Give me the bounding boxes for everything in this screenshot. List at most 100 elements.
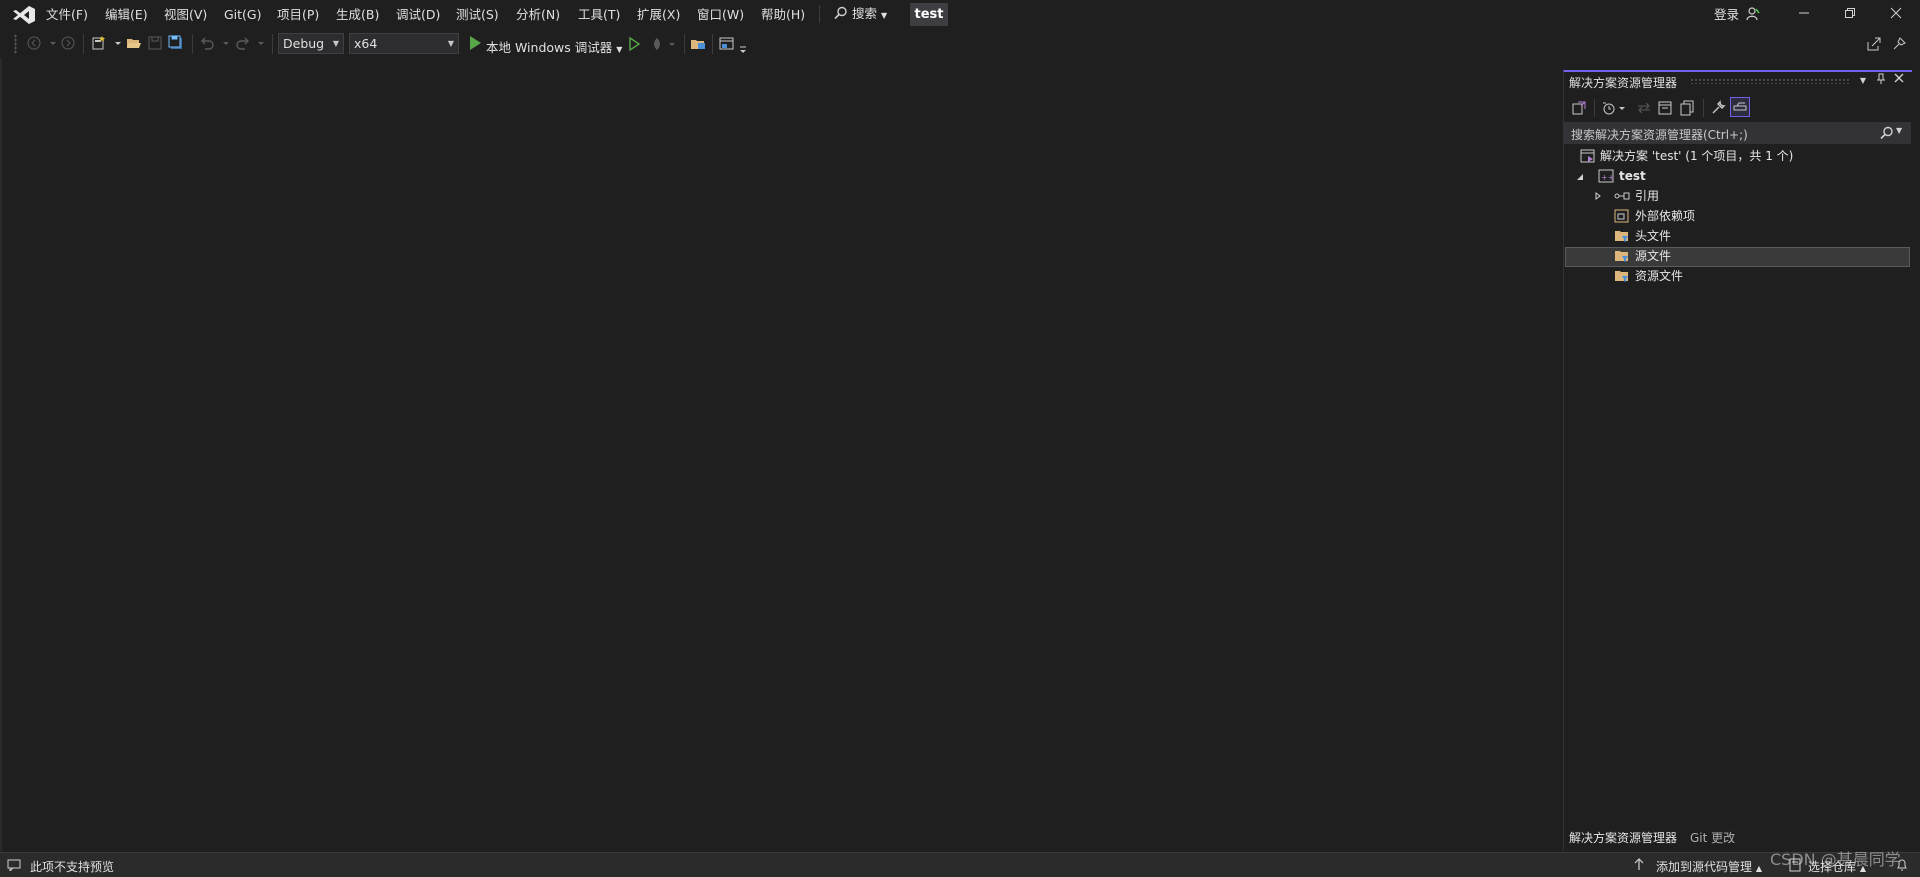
chevron-down-icon: ▼ <box>1859 76 1867 85</box>
menu-file[interactable]: 文件(F) <box>46 7 88 23</box>
browse-folder-icon[interactable] <box>690 36 706 52</box>
save-all-icon[interactable] <box>168 35 184 51</box>
save-icon[interactable] <box>147 35 163 51</box>
configuration-dropdown[interactable]: Debug ▼ <box>278 33 344 54</box>
preview-selected-items-button[interactable] <box>1730 97 1750 117</box>
menu-window[interactable]: 窗口(W) <box>697 7 744 23</box>
dropdown-arrow-icon[interactable] <box>1617 100 1627 116</box>
standard-toolbar: Debug ▼ x64 ▼ <box>0 29 1920 59</box>
auto-hide-button[interactable] <box>1874 73 1888 87</box>
configuration-value: Debug <box>283 36 325 51</box>
arrow-up-icon[interactable] <box>1633 857 1645 871</box>
toolbar-grip[interactable] <box>14 34 17 54</box>
chevron-down-icon: ▼ <box>447 39 454 48</box>
window-layout-icon[interactable] <box>719 36 735 52</box>
dropdown-arrow-icon[interactable] <box>218 35 234 51</box>
menu-edit[interactable]: 编辑(E) <box>105 7 148 23</box>
search-button[interactable]: 搜索 ▼ <box>834 5 887 23</box>
feedback-icon[interactable] <box>1891 36 1907 52</box>
undo-icon[interactable] <box>199 35 215 51</box>
search-icon <box>834 6 847 20</box>
toolbar-separator <box>83 34 84 54</box>
search-icon[interactable] <box>1880 126 1894 140</box>
visual-studio-logo-icon[interactable] <box>12 5 36 25</box>
minimize-button[interactable] <box>1781 4 1827 26</box>
tree-item-project[interactable]: test <box>1619 166 1646 186</box>
message-icon[interactable] <box>7 859 21 871</box>
menu-view[interactable]: 视图(V) <box>164 7 207 23</box>
open-folder-icon[interactable] <box>126 35 142 51</box>
minimize-icon <box>1799 12 1809 14</box>
menu-extensions[interactable]: 扩展(X) <box>637 7 680 23</box>
chevron-down-icon[interactable]: ▼ <box>1896 126 1902 135</box>
platform-value: x64 <box>354 36 378 51</box>
start-debugging-icon[interactable] <box>467 35 483 51</box>
chevron-down-icon: ▼ <box>616 45 623 54</box>
redo-icon[interactable] <box>235 35 251 51</box>
tree-item-solution[interactable]: 解决方案 'test' (1 个项目，共 1 个) <box>1600 146 1793 166</box>
close-window-button[interactable] <box>1873 4 1919 26</box>
account-icon[interactable] <box>1746 7 1760 21</box>
collapsed-triangle-icon[interactable] <box>1594 192 1602 200</box>
show-all-files-icon[interactable] <box>1679 100 1695 116</box>
properties-wrench-icon[interactable] <box>1710 100 1726 116</box>
editor-area[interactable] <box>0 59 1563 852</box>
menu-debug[interactable]: 调试(D) <box>396 7 440 23</box>
switch-views-icon[interactable] <box>1571 100 1587 116</box>
toolbar-options-icon[interactable] <box>738 42 748 54</box>
navigate-back-icon[interactable] <box>26 35 42 51</box>
menu-analyze[interactable]: 分析(N) <box>516 7 560 23</box>
solution-search-input[interactable]: 搜索解决方案资源管理器(Ctrl+;) <box>1571 126 1748 143</box>
menu-test[interactable]: 测试(S) <box>456 7 499 23</box>
hot-reload-icon[interactable] <box>649 36 665 52</box>
status-bar <box>0 852 1920 877</box>
tree-item-header-files[interactable]: 头文件 <box>1635 226 1671 246</box>
start-debugger-button[interactable]: 本地 Windows 调试器 ▼ <box>486 37 622 56</box>
solution-explorer-title: 解决方案资源管理器 <box>1569 76 1678 90</box>
start-debugger-label: 本地 Windows 调试器 <box>486 40 613 55</box>
menu-help[interactable]: 帮助(H) <box>761 7 805 23</box>
toolbar-separator <box>1594 99 1595 117</box>
expanded-triangle-icon[interactable] <box>1576 173 1584 181</box>
dropdown-arrow-icon[interactable] <box>253 35 269 51</box>
status-message: 此项不支持预览 <box>30 860 115 874</box>
add-to-source-control-label: 添加到源代码管理 <box>1656 860 1753 874</box>
dropdown-arrow-icon[interactable] <box>667 36 677 52</box>
new-project-icon[interactable] <box>91 35 107 51</box>
login-link[interactable]: 登录 <box>1714 4 1739 23</box>
filter-folder-icon <box>1615 251 1628 262</box>
menu-git[interactable]: Git(G) <box>224 7 262 23</box>
tree-item-source-files[interactable]: 源文件 <box>1635 246 1671 266</box>
tree-item-references[interactable]: 引用 <box>1635 186 1659 206</box>
platform-dropdown[interactable]: x64 ▼ <box>349 33 459 54</box>
dropdown-arrow-icon[interactable] <box>45 35 61 51</box>
solution-name-badge[interactable]: test <box>910 3 948 26</box>
start-without-debugging-icon[interactable] <box>626 36 642 52</box>
panel-drag-grip[interactable] <box>1690 78 1850 84</box>
add-to-source-control-button[interactable]: 添加到源代码管理 ▲ <box>1656 858 1762 875</box>
toolbar-separator <box>192 34 193 54</box>
navigate-forward-icon[interactable] <box>60 35 76 51</box>
panel-options-button[interactable]: ▼ <box>1856 73 1870 87</box>
close-panel-button[interactable] <box>1892 73 1906 87</box>
solution-icon <box>1580 149 1595 163</box>
svg-text:++: ++ <box>1601 173 1614 182</box>
live-share-icon[interactable] <box>1866 36 1882 52</box>
tree-item-external-deps[interactable]: 外部依赖项 <box>1635 206 1695 226</box>
restore-button[interactable] <box>1827 4 1873 26</box>
pin-icon <box>1877 73 1885 84</box>
tab-solution-explorer[interactable]: 解决方案资源管理器 <box>1569 829 1677 846</box>
collapse-all-icon[interactable] <box>1657 100 1673 116</box>
menu-tools[interactable]: 工具(T) <box>578 7 620 23</box>
sync-active-document-icon[interactable] <box>1636 100 1652 116</box>
tree-item-resource-files[interactable]: 资源文件 <box>1635 266 1683 286</box>
menu-build[interactable]: 生成(B) <box>336 7 379 23</box>
toolbar-separator <box>684 34 685 54</box>
tab-git-changes[interactable]: Git 更改 <box>1690 829 1735 846</box>
search-label: 搜索 <box>851 6 877 21</box>
pending-changes-filter-icon[interactable] <box>1601 100 1617 116</box>
menu-project[interactable]: 项目(P) <box>277 7 319 23</box>
toolbar-separator <box>272 34 273 54</box>
dropdown-arrow-icon[interactable] <box>110 35 126 51</box>
toolbar-separator <box>1703 99 1704 117</box>
